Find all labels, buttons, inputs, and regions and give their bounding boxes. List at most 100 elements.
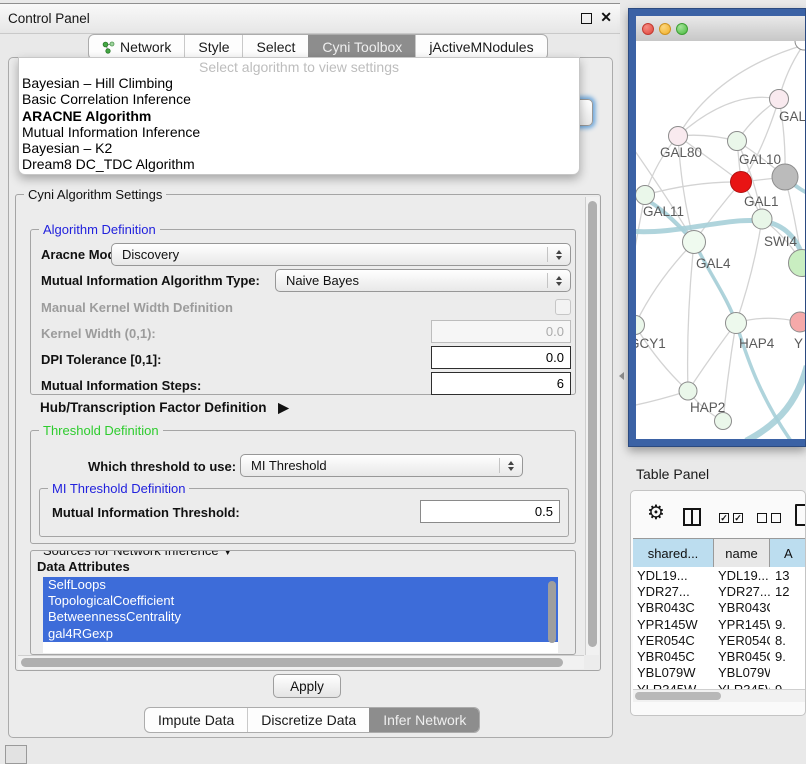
show-columns-icon[interactable]: ✓✓ [719, 513, 743, 523]
tab-infer-network[interactable]: Infer Network [369, 708, 479, 732]
mi-threshold-input[interactable] [420, 500, 560, 523]
cyni-algorithm-settings-group: Cyni Algorithm Settings Algorithm Defini… [15, 194, 601, 671]
tab-select[interactable]: Select [242, 35, 308, 59]
table-panel: ⚙ ✓✓ shared... name A YDL19... YDL19... … [630, 490, 806, 716]
table-row[interactable]: YER054C YER054C 8. [633, 632, 806, 648]
mi-threshold-label: Mutual Information Threshold: [52, 505, 240, 520]
settings-hscrollbar[interactable] [18, 655, 584, 669]
network-window-titlebar [636, 16, 805, 42]
list-item-selected[interactable]: TopologicalCoefficient [43, 593, 558, 609]
node-salmon[interactable] [790, 312, 805, 332]
hide-columns-icon[interactable] [757, 513, 781, 523]
tab-network[interactable]: Network [89, 35, 184, 59]
list-vscrollbar-thumb[interactable] [548, 581, 556, 643]
split-columns-icon[interactable] [683, 508, 701, 526]
sources-group: Sources for Network Inference ▼ Data Att… [30, 550, 576, 655]
mi-algorithm-type-combo[interactable]: Naive Bayes [275, 269, 571, 292]
spinner-arrows-icon [499, 458, 522, 473]
table-row[interactable]: YBR043C YBR043C [633, 600, 806, 616]
kernel-width-input[interactable] [431, 320, 571, 343]
node-label: GAL1 [744, 194, 779, 209]
settings-hscrollbar-thumb[interactable] [21, 658, 563, 667]
node-label: GCY1 [636, 336, 666, 351]
list-item-selected[interactable]: gal4RGexp [43, 626, 558, 642]
table-row[interactable]: YDR27... YDR27... 12 [633, 583, 806, 599]
algorithm-option[interactable]: Bayesian – K2 [19, 140, 579, 156]
node-gal10[interactable] [728, 132, 747, 151]
algorithm-option[interactable]: Dream8 DC_TDC Algorithm [19, 156, 579, 172]
close-traffic-light[interactable] [642, 23, 654, 35]
which-threshold-combo[interactable]: MI Threshold [240, 454, 523, 477]
settings-vscrollbar-thumb[interactable] [588, 201, 597, 647]
tab-jactivemnodules[interactable]: jActiveMNodules [415, 35, 546, 59]
algorithm-option-selected[interactable]: ARACNE Algorithm [19, 108, 579, 124]
mi-threshold-definition-title: MI Threshold Definition [48, 481, 189, 496]
close-panel-icon[interactable]: ✕ [600, 9, 612, 26]
column-header-name[interactable]: name [714, 539, 770, 567]
dpi-tolerance-input[interactable] [431, 346, 571, 369]
data-attributes-list: SelfLoops TopologicalCoefficient Between… [43, 577, 558, 653]
float-panel-icon[interactable] [581, 13, 592, 24]
aracne-mode-combo[interactable]: Discovery [111, 243, 571, 266]
dpi-tolerance-label: DPI Tolerance [0,1]: [41, 352, 161, 367]
node-unlabeled[interactable] [795, 41, 805, 50]
zoom-traffic-light[interactable] [676, 23, 688, 35]
bottom-tabs: Impute Data Discretize Data Infer Networ… [144, 707, 480, 733]
table-row[interactable]: YDL19... YDL19... 13 [633, 567, 806, 583]
which-threshold-label: Which threshold to use: [88, 459, 236, 474]
tab-impute-data[interactable]: Impute Data [145, 708, 247, 732]
node-unlabeled[interactable] [715, 413, 732, 430]
column-header-shared[interactable]: shared... [633, 539, 714, 567]
node-hap4[interactable] [726, 313, 747, 334]
node-red-selected[interactable] [731, 172, 752, 193]
table-row[interactable]: YLR345W YLR345W 9. [633, 681, 806, 689]
table-hscrollbar[interactable] [633, 689, 805, 702]
collapse-arrow-icon: ▼ [222, 550, 233, 558]
mi-type-label: Mutual Information Algorithm Type: [41, 273, 260, 288]
network-canvas[interactable]: GAL GAL80 GAL10 GAL1 GAL11 SWI4 GAL4 GCY… [636, 41, 805, 439]
list-item-selected[interactable]: BetweennessCentrality [43, 609, 558, 625]
algorithm-option[interactable]: Basic Correlation Inference [19, 91, 579, 107]
table-toolbar: ⚙ ✓✓ [631, 491, 805, 536]
minimize-traffic-light[interactable] [659, 23, 671, 35]
node-gal4[interactable] [683, 231, 706, 254]
table-hscrollbar-thumb[interactable] [635, 692, 721, 700]
node-gal80[interactable] [669, 127, 688, 146]
node-gray[interactable] [772, 164, 798, 190]
algorithm-option[interactable]: Mutual Information Inference [19, 124, 579, 140]
list-item-selected[interactable]: SelfLoops [43, 577, 558, 593]
apply-button[interactable]: Apply [273, 674, 341, 698]
export-table-icon[interactable] [795, 504, 806, 526]
node-gal1[interactable] [752, 209, 772, 229]
kernel-width-label: Kernel Width (0,1): [41, 326, 156, 341]
node-hap2[interactable] [679, 382, 697, 400]
tab-discretize-data[interactable]: Discretize Data [247, 708, 369, 732]
network-graph: GAL GAL80 GAL10 GAL1 GAL11 SWI4 GAL4 GCY… [636, 41, 805, 439]
settings-vscrollbar[interactable] [585, 197, 599, 655]
table-row[interactable]: YBR045C YBR045C 9. [633, 648, 806, 664]
threshold-definition-group: Threshold Definition Which threshold to … [30, 430, 576, 544]
tab-network-label: Network [120, 39, 171, 55]
minimized-panel-stub[interactable] [5, 745, 27, 764]
table-row[interactable]: YPR145W YPR145W 9. [633, 616, 806, 632]
algorithm-definition-group: Algorithm Definition Aracne Mode: Discov… [30, 229, 576, 395]
node-label: GAL4 [696, 256, 731, 271]
column-header-a[interactable]: A [770, 539, 806, 567]
node-gal11[interactable] [636, 186, 655, 205]
table-row[interactable]: YBL079W YBL079W [633, 665, 806, 681]
cyni-algorithm-settings-title: Cyni Algorithm Settings [24, 187, 166, 202]
tab-cyni-toolbox[interactable]: Cyni Toolbox [308, 35, 415, 59]
hub-definition-expander[interactable]: Hub/Transcription Factor Definition ▶ [40, 400, 289, 416]
splitter-handle-icon[interactable] [619, 372, 624, 380]
node-gal-pink[interactable] [770, 90, 789, 109]
node-gcy1[interactable] [636, 316, 645, 335]
manual-kernel-checkbox[interactable] [555, 299, 571, 315]
node-label: Y [794, 336, 803, 351]
node-swi4[interactable] [789, 250, 806, 277]
expand-arrow-icon: ▶ [278, 400, 288, 415]
gear-icon[interactable]: ⚙ [647, 500, 665, 525]
sources-title[interactable]: Sources for Network Inference ▼ [39, 550, 237, 558]
tab-style[interactable]: Style [184, 35, 242, 59]
mi-steps-input[interactable] [431, 372, 571, 395]
algorithm-option[interactable]: Bayesian – Hill Climbing [19, 75, 579, 91]
